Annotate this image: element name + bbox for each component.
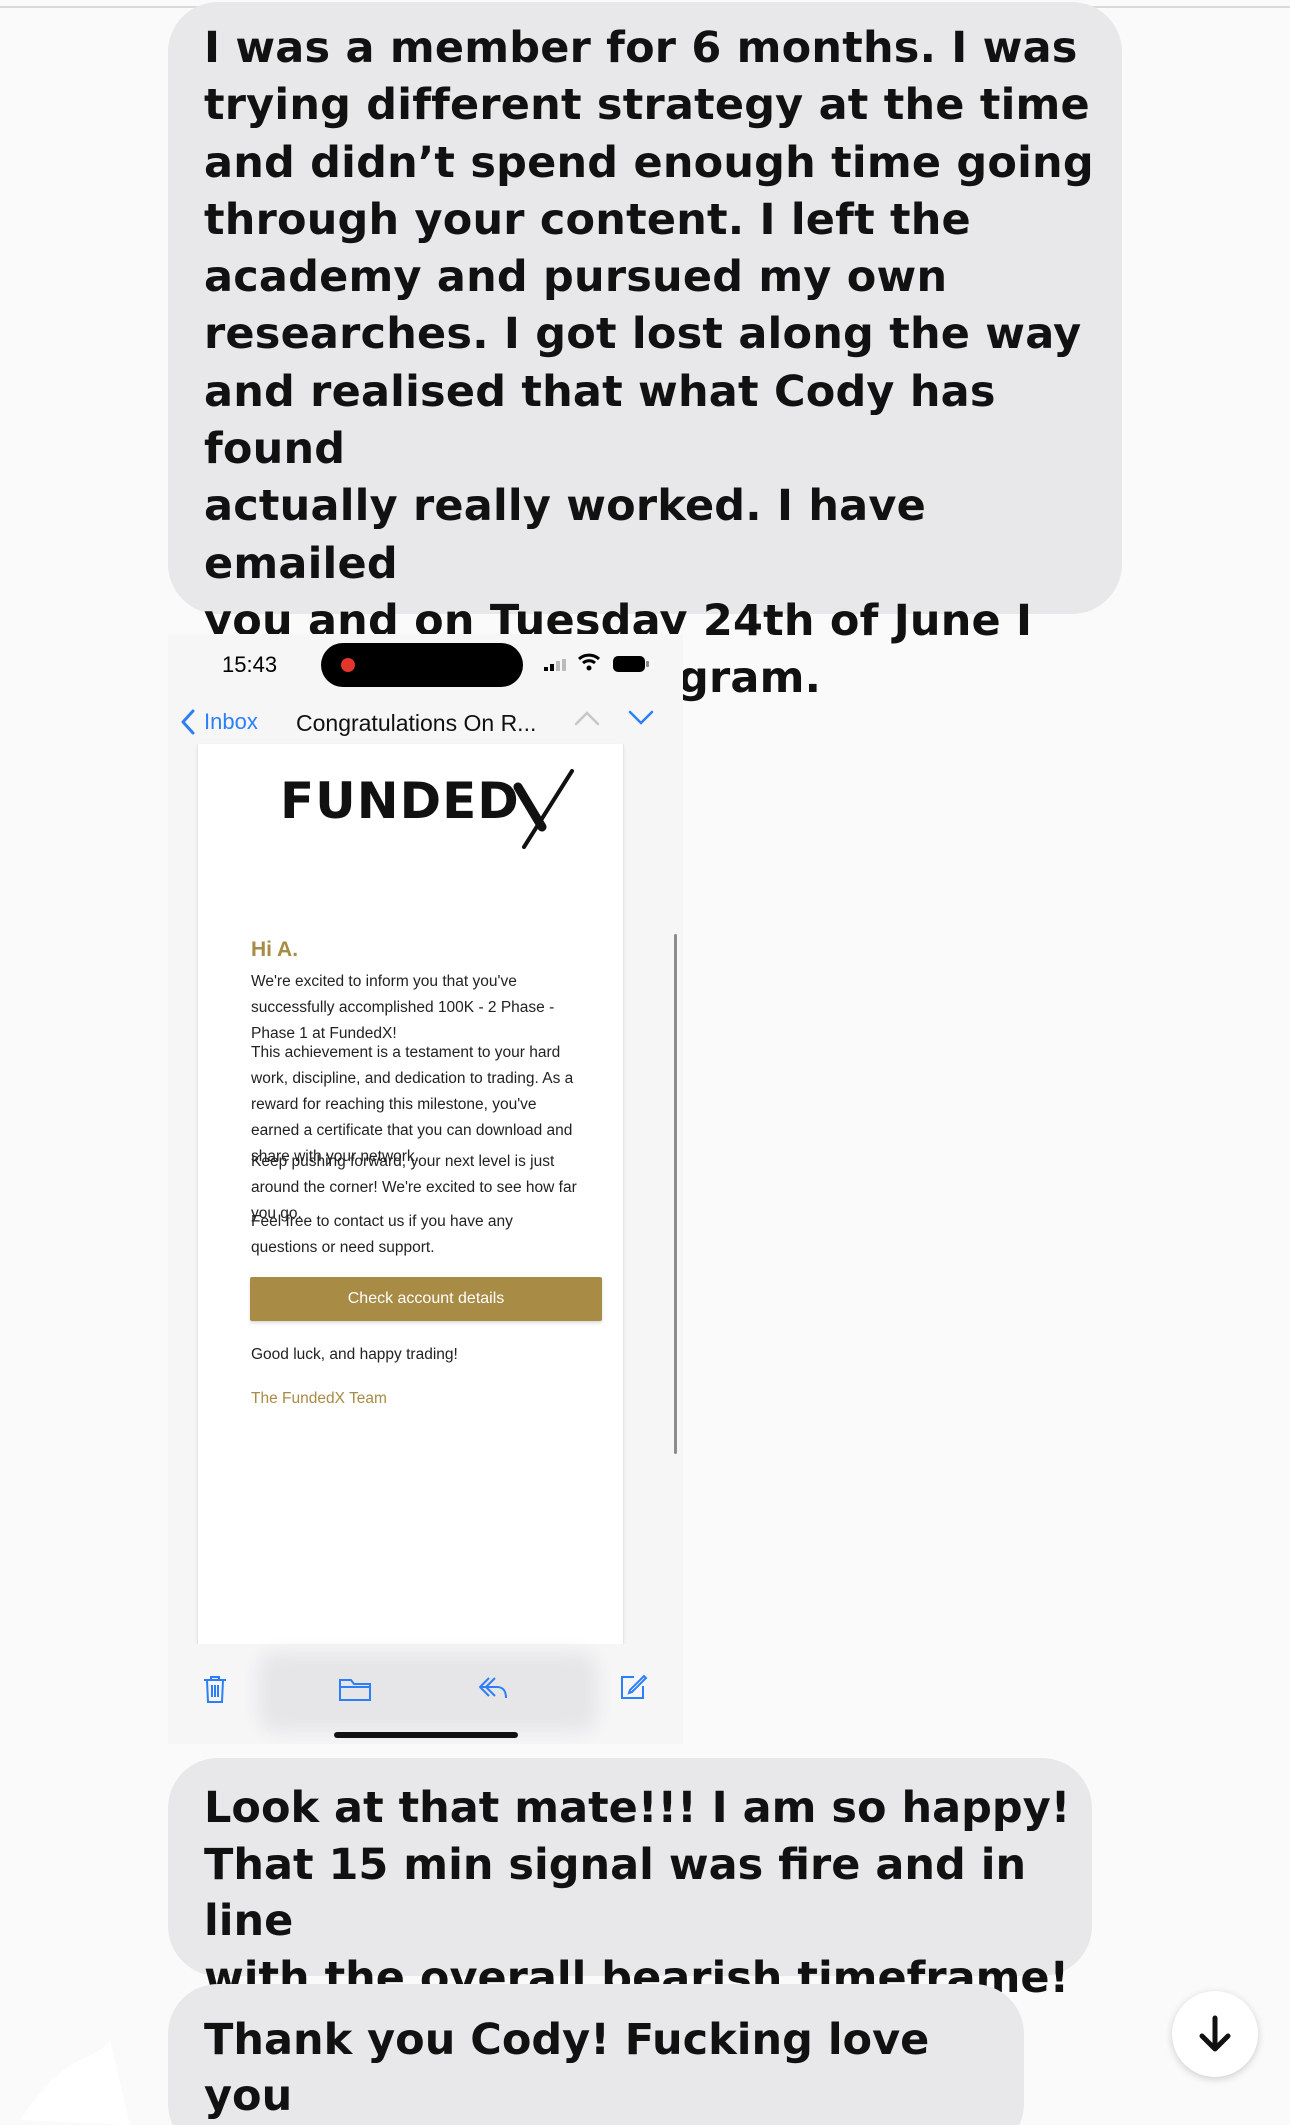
email-screenshot-attachment[interactable]: 15:43 Inbox Congratulations On R... FUND… [168,634,683,1744]
message-text: I was a member for 6 months. I was tryin… [204,23,1094,704]
fundedx-logo: FUNDED [280,772,520,830]
scroll-to-bottom-button[interactable] [1172,1991,1258,2077]
mail-toolbar [168,1644,683,1744]
message-bubble: Look at that mate!!! I am so happy! That… [168,1758,1092,2003]
battery-icon [613,656,649,672]
message-bubble: Thank you Cody! Fucking love you mate [168,1984,1024,2125]
status-bar: 15:43 [168,634,683,694]
message-bubble: I was a member for 6 months. I was tryin… [168,2,1122,703]
chevron-left-icon [181,709,195,735]
message-text: Thank you Cody! Fucking love you mate [204,2015,930,2121]
logo-mark-text: X [512,769,523,773]
compose-icon[interactable] [618,1672,648,1702]
mail-subject: Congratulations On R... [296,710,537,736]
chevron-up-icon[interactable] [573,708,601,728]
chevron-down-icon[interactable] [627,708,655,728]
fundedx-logo-mark: X [512,769,574,849]
check-account-details-button[interactable]: Check account details [250,1277,602,1321]
scrollbar[interactable] [674,934,677,1454]
email-paragraph: Feel free to contact us if you have any … [251,1213,513,1256]
wifi-icon [578,653,600,671]
reply-icon[interactable] [477,1674,509,1702]
back-label: Inbox [204,709,258,734]
home-indicator [334,1732,518,1738]
inbox-back-button[interactable]: Inbox [180,702,258,742]
email-body: FUNDED X Hi A. We're excited to inform y… [197,744,624,1730]
signal-icon [544,659,566,671]
folder-icon[interactable] [338,1676,372,1702]
message-text: Look at that mate!!! I am so happy! That… [204,1783,1071,2003]
status-time: 15:43 [222,652,278,677]
email-team-signature: The FundedX Team [251,1390,387,1407]
email-paragraph: We're excited to inform you that you've … [251,973,555,1042]
trash-icon[interactable] [202,1674,228,1704]
smudge-mark [20,2040,130,2125]
email-greeting: Hi A. [251,938,299,961]
recording-dot-icon [341,658,355,672]
email-signoff: Good luck, and happy trading! [251,1346,458,1363]
arrow-down-icon [1199,2015,1231,2052]
blurred-region [258,1652,598,1732]
dynamic-island [321,643,523,687]
